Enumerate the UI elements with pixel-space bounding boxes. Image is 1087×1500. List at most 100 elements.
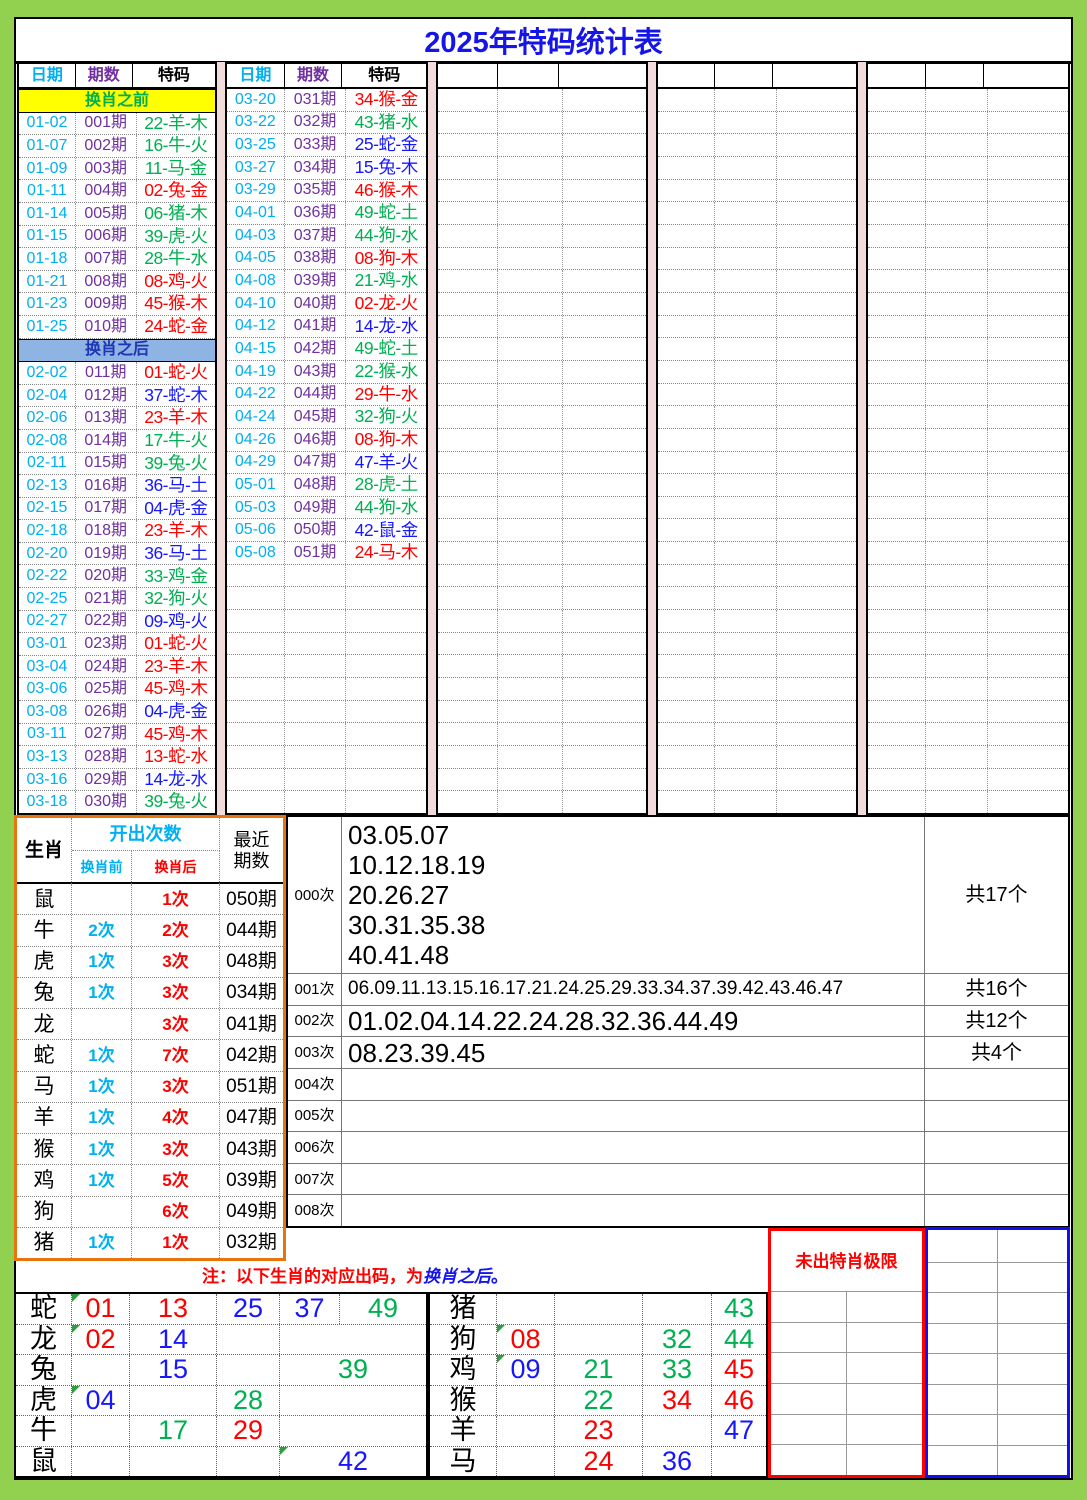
date-cell: 04-22 <box>227 384 285 406</box>
period-cell <box>498 180 562 202</box>
period-cell <box>926 746 988 768</box>
zodiac-stats-row: 狗6次049期 <box>17 1197 283 1228</box>
date-cell <box>658 180 715 202</box>
zodiac-stats-header: 生肖 开出次数 换肖前 换肖后 最近 期数 <box>17 818 283 884</box>
result-row: 04-12041期14-龙-水 <box>227 316 426 339</box>
date-cell: 01-09 <box>19 158 76 180</box>
after-count-cell: 1次 <box>132 1228 220 1258</box>
result-row <box>658 497 856 520</box>
code-cell <box>563 723 646 745</box>
zodiac-cell: 虎 <box>16 1386 72 1416</box>
number-cell <box>72 1447 130 1477</box>
result-row <box>868 746 1068 769</box>
code-cell <box>988 202 1068 224</box>
date-cell <box>658 157 715 179</box>
number-cell: 17 <box>130 1416 217 1446</box>
period-cell <box>498 587 562 609</box>
number-cell <box>130 1447 217 1477</box>
result-row <box>658 542 856 565</box>
header-date: 日期 <box>227 64 285 87</box>
result-row <box>658 180 856 203</box>
date-cell <box>438 316 498 338</box>
result-row <box>868 633 1068 656</box>
period-cell: 003期 <box>76 158 137 180</box>
header-code <box>773 64 856 87</box>
period-cell <box>715 655 776 677</box>
frequency-total-cell <box>925 1195 1068 1226</box>
period-cell: 004期 <box>76 180 137 202</box>
period-cell <box>285 723 347 745</box>
date-cell <box>227 678 285 700</box>
date-cell <box>438 519 498 541</box>
period-cell: 025期 <box>76 678 137 700</box>
period-cell <box>926 202 988 224</box>
code-cell <box>777 655 856 677</box>
date-cell: 02-22 <box>19 565 76 587</box>
period-cell: 007期 <box>76 248 137 270</box>
period-cell <box>715 633 776 655</box>
before-count-cell: 1次 <box>72 1165 132 1195</box>
zodiac-cell: 羊 <box>17 1103 72 1133</box>
period-cell <box>285 746 347 768</box>
code-cell <box>563 293 646 315</box>
period-cell <box>715 202 776 224</box>
code-cell: 14-龙-水 <box>137 769 215 791</box>
result-row: 04-29047期47-羊-火 <box>227 452 426 475</box>
result-row <box>658 361 856 384</box>
date-cell: 04-12 <box>227 316 285 338</box>
zodiac-cell: 猪 <box>430 1294 497 1324</box>
period-cell: 024期 <box>76 656 137 678</box>
after-count-cell: 3次 <box>132 978 220 1008</box>
period-cell: 022期 <box>76 611 137 633</box>
date-cell <box>438 791 498 813</box>
after-count-cell: 3次 <box>132 947 220 977</box>
date-cell <box>658 701 715 723</box>
code-cell <box>777 452 856 474</box>
period-cell <box>498 157 562 179</box>
blue-box-cell <box>998 1354 1067 1384</box>
date-cell <box>438 157 498 179</box>
period-cell: 020期 <box>76 565 137 587</box>
code-cell <box>563 655 646 677</box>
period-cell: 013期 <box>76 407 137 429</box>
result-row: 01-25010期24-蛇-金 <box>19 316 215 339</box>
frequency-total-cell <box>925 1069 1068 1100</box>
result-row <box>438 384 646 407</box>
result-row: 03-04024期23-羊-木 <box>19 656 215 679</box>
result-row <box>658 723 856 746</box>
code-cell <box>777 542 856 564</box>
result-row <box>227 769 426 792</box>
period-cell <box>285 633 347 655</box>
date-cell <box>868 202 926 224</box>
red-box-cell <box>847 1292 922 1322</box>
code-cell: 42-鼠-金 <box>346 519 426 541</box>
header-code <box>984 64 1068 87</box>
date-cell: 01-18 <box>19 248 76 270</box>
code-cell <box>563 225 646 247</box>
code-cell <box>777 361 856 383</box>
recent-period-header-cell: 最近 期数 <box>220 818 283 884</box>
blue-box-cell <box>928 1293 998 1323</box>
date-cell <box>438 610 498 632</box>
zodiac-header-cell: 生肖 <box>17 818 72 884</box>
after-count-cell: 5次 <box>132 1165 220 1195</box>
date-cell <box>438 769 498 791</box>
number-cell: 14 <box>130 1325 217 1355</box>
zodiac-stats-row: 羊1次4次047期 <box>17 1103 283 1134</box>
code-cell: 04-虎-金 <box>137 498 215 520</box>
zodiac-number-table-left: 蛇0113253749龙0214兔1539虎0428牛1729鼠42 <box>14 1292 428 1478</box>
code-cell <box>563 180 646 202</box>
result-row: 01-21008期08-鸡-火 <box>19 271 215 294</box>
number-cell <box>130 1386 217 1416</box>
code-cell <box>988 746 1068 768</box>
result-row <box>868 769 1068 792</box>
frequency-numbers-cell <box>342 1101 925 1132</box>
date-cell <box>868 791 926 813</box>
period-cell <box>498 202 562 224</box>
result-row: 05-06050期42-鼠-金 <box>227 519 426 542</box>
code-cell <box>988 293 1068 315</box>
code-cell <box>346 610 426 632</box>
note-highlight: 换肖之后 <box>423 1268 491 1285</box>
period-cell: 047期 <box>285 452 347 474</box>
period-cell <box>715 293 776 315</box>
